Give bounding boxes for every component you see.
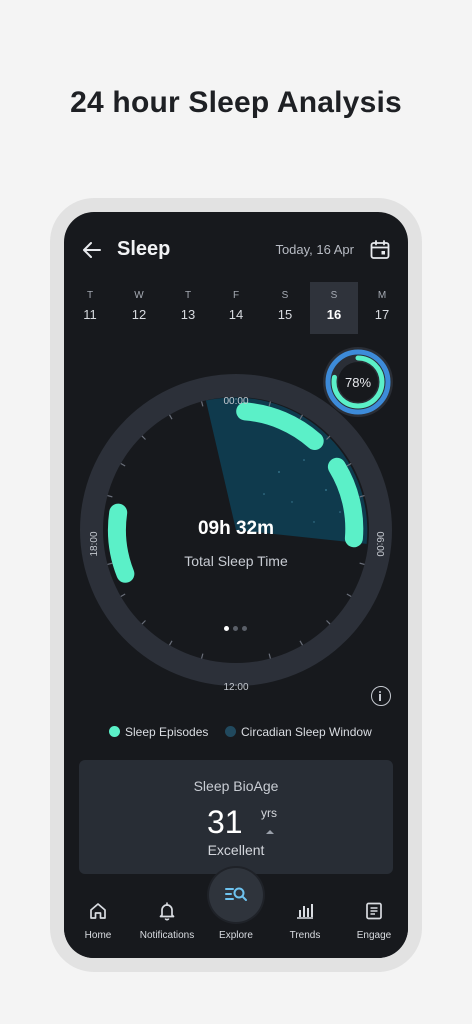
day-17[interactable]: M 17 xyxy=(358,282,406,334)
total-sleep-time-value: 09h 32m xyxy=(197,518,275,539)
nav-label: Notifications xyxy=(139,930,195,941)
page-indicator xyxy=(224,618,254,631)
bioage-value: 31 xyxy=(207,804,243,840)
bell-icon xyxy=(159,902,175,921)
explore-fab-button[interactable] xyxy=(209,868,263,922)
day-number: 14 xyxy=(228,307,244,322)
nav-label: Home xyxy=(84,930,112,941)
day-of-week: T xyxy=(184,290,192,301)
sleep-bioage-card[interactable]: Sleep BioAge 31 yrs Excellent xyxy=(79,760,393,874)
day-number: 11 xyxy=(83,307,97,322)
nav-trends[interactable]: Trends xyxy=(271,882,339,958)
clock-label-top: 00:00 xyxy=(223,396,248,407)
info-icon[interactable] xyxy=(371,686,391,706)
day-number: 15 xyxy=(277,307,293,322)
day-of-week: S xyxy=(330,290,338,301)
nav-notifications[interactable]: Notifications xyxy=(133,882,201,958)
nav-label: Engage xyxy=(356,930,392,941)
home-icon xyxy=(90,903,106,919)
bioage-unit: yrs xyxy=(261,806,277,820)
clock-label-bottom: 12:00 xyxy=(223,682,248,693)
legend-dot-green xyxy=(109,726,120,738)
top-bar: Sleep Today, 16 Apr xyxy=(64,212,408,282)
day-14[interactable]: F 14 xyxy=(212,282,260,334)
document-icon xyxy=(366,902,382,920)
day-15[interactable]: S 15 xyxy=(261,282,309,334)
day-11[interactable]: T 11 xyxy=(66,282,114,334)
day-of-week: W xyxy=(134,290,144,301)
page-headline: 24 hour Sleep Analysis xyxy=(70,86,402,119)
legend-label: Sleep Episodes xyxy=(125,725,209,739)
app-screen: Sleep Today, 16 Apr T 11 W 12 T 13 F 14 … xyxy=(64,212,408,958)
chart-legend: Sleep Episodes Circadian Sleep Window xyxy=(64,722,408,742)
legend-circadian-window: Circadian Sleep Window xyxy=(225,722,372,742)
day-number: 12 xyxy=(131,307,147,322)
bioage-title: Sleep BioAge xyxy=(193,778,279,794)
page-title: Sleep xyxy=(117,238,171,260)
arrow-left-icon[interactable] xyxy=(80,238,104,262)
day-of-week: M xyxy=(377,290,387,301)
calendar-icon[interactable] xyxy=(369,239,391,261)
legend-dot-blue xyxy=(225,726,236,738)
day-number: 13 xyxy=(180,307,196,322)
total-sleep-time-label: Total Sleep Time xyxy=(184,553,288,569)
legend-sleep-episodes: Sleep Episodes xyxy=(109,722,208,742)
day-number: 16 xyxy=(326,307,342,322)
page-dot-active[interactable] xyxy=(224,626,229,631)
nav-home[interactable]: Home xyxy=(64,882,132,958)
current-date[interactable]: Today, 16 Apr xyxy=(275,242,354,257)
day-12[interactable]: W 12 xyxy=(115,282,163,334)
nav-label: Explore xyxy=(219,930,253,941)
day-of-week: S xyxy=(281,290,289,301)
sleep-score-value: 78% xyxy=(344,375,372,390)
day-16-selected[interactable]: S 16 xyxy=(310,282,358,334)
trend-up-caret-icon xyxy=(266,830,274,834)
legend-label: Circadian Sleep Window xyxy=(241,725,372,739)
week-strip: T 11 W 12 T 13 F 14 S 15 S 16 M 17 xyxy=(64,282,408,334)
nav-engage[interactable]: Engage xyxy=(340,882,408,958)
day-number: 17 xyxy=(374,307,390,322)
page-dot[interactable] xyxy=(242,626,247,631)
bar-chart-icon xyxy=(297,904,313,919)
day-of-week: T xyxy=(86,290,94,301)
nav-label: Trends xyxy=(289,930,321,941)
search-list-icon xyxy=(225,887,247,901)
day-of-week: F xyxy=(232,290,240,301)
page-dot[interactable] xyxy=(233,626,238,631)
bioage-status: Excellent xyxy=(207,842,265,858)
day-13[interactable]: T 13 xyxy=(164,282,212,334)
